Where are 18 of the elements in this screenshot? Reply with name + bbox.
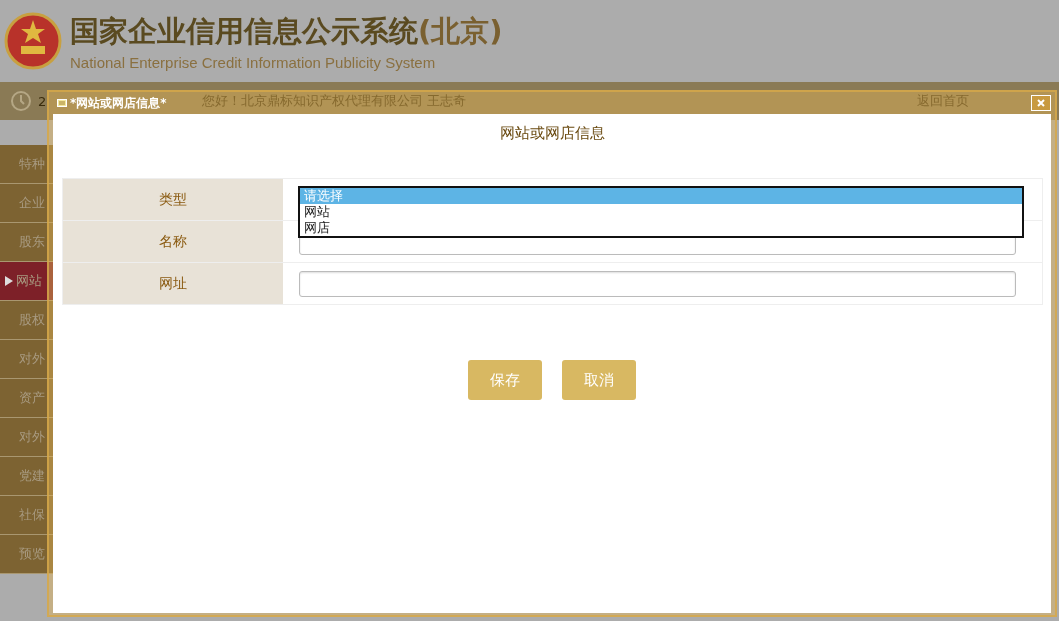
date-text: 2: [38, 93, 47, 109]
field-label: 类型: [62, 179, 283, 220]
input-field[interactable]: [298, 270, 1016, 297]
close-icon: [1037, 99, 1045, 107]
site-subtitle: National Enterprise Credit Information Publicity System: [70, 53, 437, 71]
dialog-heading: 网站或网店信息: [499, 124, 605, 143]
caret-icon: [5, 276, 13, 286]
dropdown-option[interactable]: 请选择: [299, 188, 1022, 204]
close-button[interactable]: [1031, 95, 1051, 111]
clock-icon: [10, 90, 32, 112]
emblem-icon: [4, 12, 62, 70]
dialog-title: *网站或网店信息*: [70, 94, 167, 112]
field-label: 名称: [62, 221, 283, 262]
dialog-button[interactable]: 取消: [562, 360, 636, 400]
window-icon: [57, 99, 67, 107]
site-title: 国家企业信用信息公示系统(北京): [70, 12, 503, 50]
field-label: 网址: [62, 263, 283, 304]
dialog-button[interactable]: 保存: [468, 360, 542, 400]
